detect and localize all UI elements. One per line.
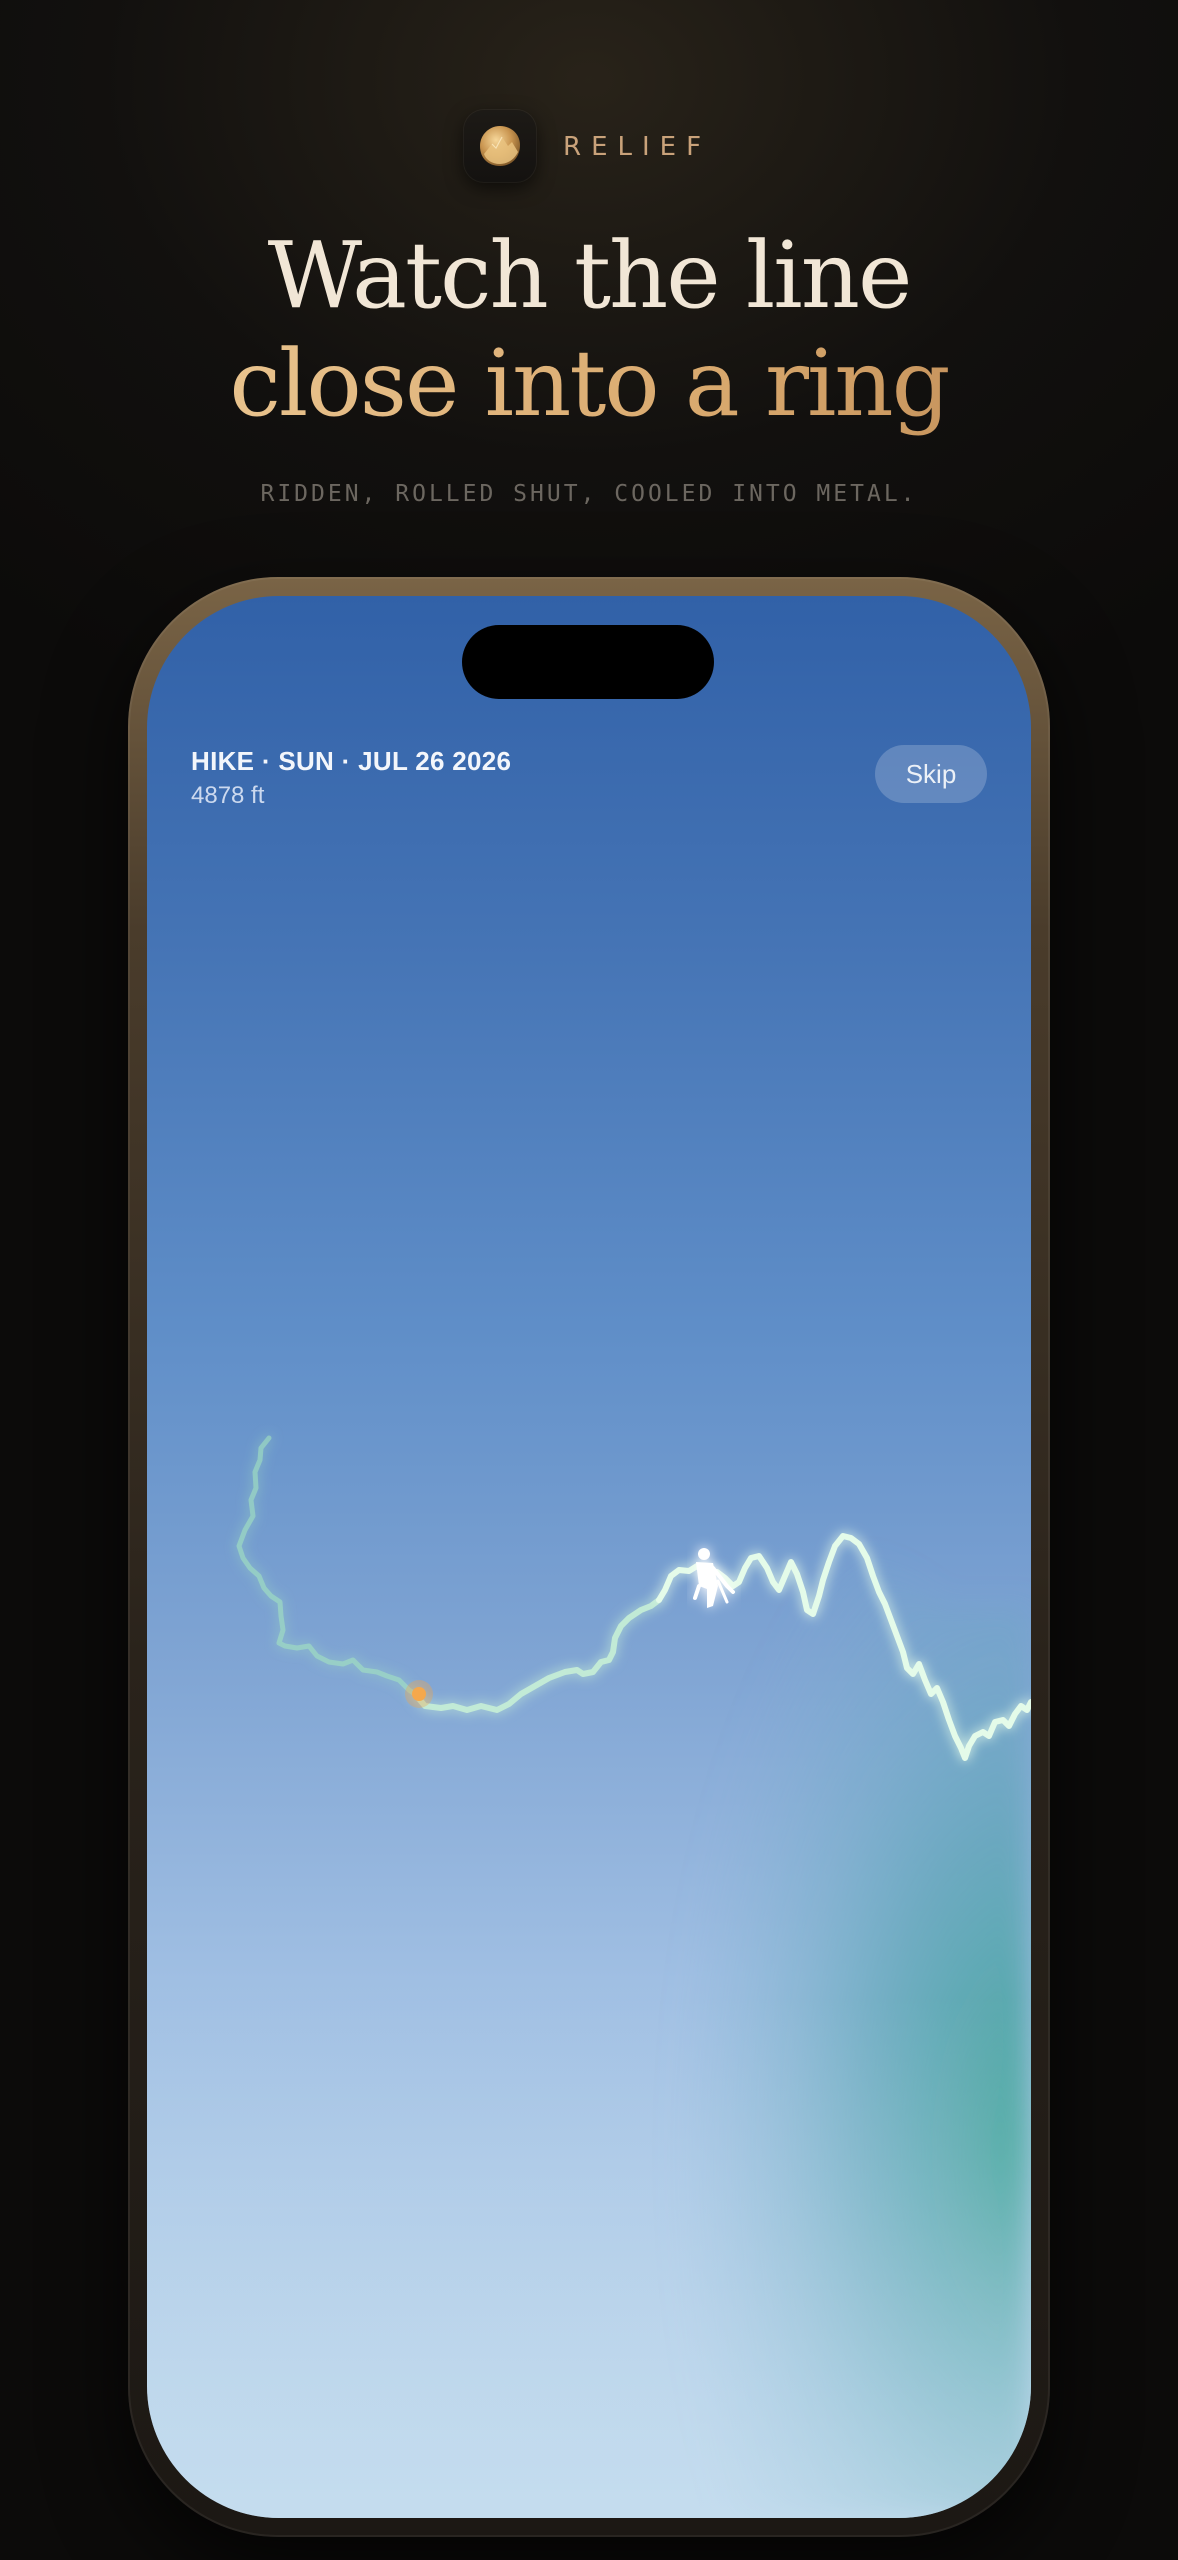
phone-frame: HIKE · SUN · JUL 26 2026 4878 ft Skip: [128, 577, 1050, 2537]
start-marker: [405, 1680, 433, 1708]
activity-title: HIKE · SUN · JUL 26 2026: [191, 746, 512, 776]
route-trace-start: [236, 1435, 418, 1697]
dynamic-island: [462, 625, 714, 699]
brand-name: RELIEF: [563, 132, 712, 162]
mountain-medallion-icon: [480, 126, 520, 166]
app-icon: [464, 110, 536, 182]
subheadline: RIDDEN, ROLLED SHUT, COOLED INTO METAL.: [260, 481, 918, 507]
headline: Watch the line close into a ring: [0, 222, 1178, 438]
elevation-scene: [147, 1435, 1031, 2518]
headline-line-1: Watch the line: [267, 222, 913, 329]
phone-screen: HIKE · SUN · JUL 26 2026 4878 ft Skip: [147, 596, 1031, 2518]
headline-line-2: close into a ring: [0, 330, 1178, 438]
skip-button[interactable]: Skip: [875, 745, 987, 803]
activity-elevation: 4878 ft: [191, 782, 265, 809]
brand-header: RELIEF: [0, 110, 1178, 184]
